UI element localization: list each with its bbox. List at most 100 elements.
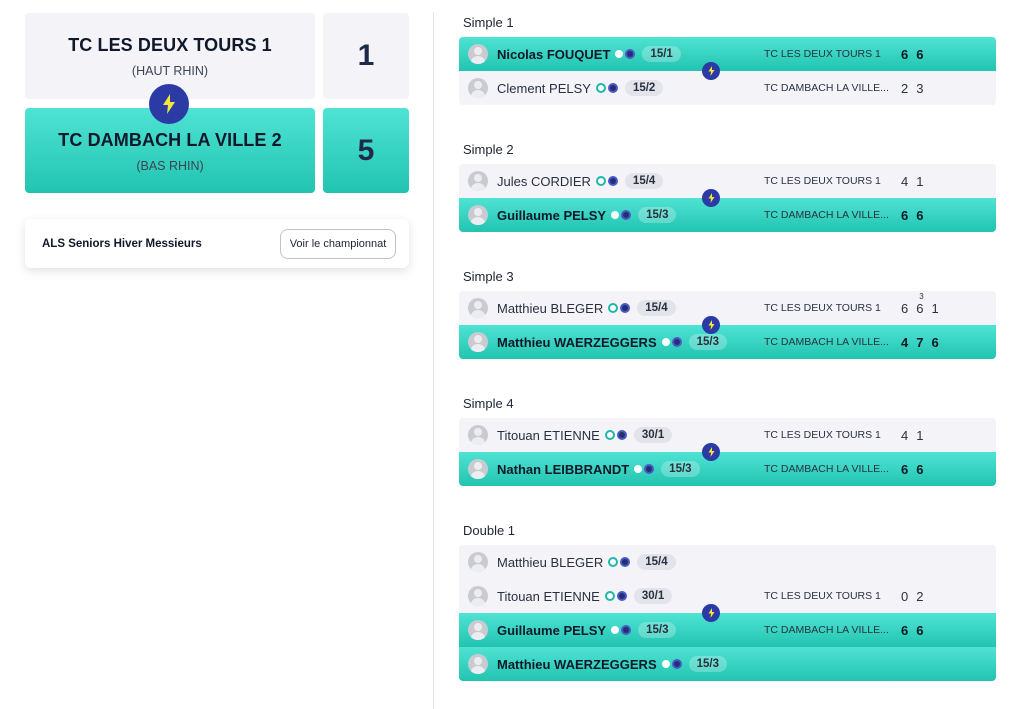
player-rank-badge: 15/4	[637, 554, 676, 570]
player-name[interactable]: Nathan LEIBBRANDT 15/3	[497, 461, 700, 477]
match-title: Double 1	[463, 523, 516, 538]
player-status-icon	[661, 659, 682, 669]
set-score: 6	[916, 623, 923, 638]
match-row[interactable]: Titouan ETIENNE 30/1 TC LES DEUX TOURS 1 41	[459, 418, 996, 452]
club-name: TC LES DEUX TOURS 1	[764, 302, 881, 314]
player-rank-badge: 15/3	[661, 461, 700, 477]
player-name[interactable]: Matthieu BLEGER 15/4	[497, 554, 676, 570]
player-name-text: Guillaume PELSY	[497, 622, 607, 638]
championship-title: ALS Seniors Hiver Messieurs	[42, 237, 202, 250]
player-status-icon	[611, 625, 632, 635]
player-name[interactable]: Matthieu BLEGER 15/4	[497, 300, 676, 316]
match-row[interactable]: Matthieu BLEGER 15/4	[459, 545, 996, 579]
match-row[interactable]: Matthieu BLEGER 15/4 TC LES DEUX TOURS 1 66…	[459, 291, 996, 325]
player-name[interactable]: Nicolas FOUQUET 15/1	[497, 46, 681, 62]
home-team-region: (HAUT RHIN)	[131, 64, 209, 78]
avatar-icon	[468, 459, 488, 479]
set-scores: 41	[901, 428, 923, 443]
set-scores: 66	[901, 462, 923, 477]
set-score: 6	[931, 335, 938, 350]
player-rank-badge: 15/3	[638, 207, 677, 223]
player-status-icon	[595, 176, 618, 186]
match-row[interactable]: Nicolas FOUQUET 15/1 TC LES DEUX TOURS 1 66	[459, 37, 996, 71]
player-status-icon	[611, 210, 632, 220]
match-row[interactable]: Clement PELSY 15/2 TC DAMBACH LA VILLE... 2…	[459, 71, 996, 105]
player-rank-badge: 30/1	[633, 588, 673, 604]
player-name[interactable]: Titouan ETIENNE 30/1	[497, 427, 673, 443]
avatar-icon	[468, 552, 488, 572]
avatar-icon	[468, 205, 488, 225]
player-name-text: Nathan LEIBBRANDT	[497, 461, 630, 477]
match-title: Simple 1	[463, 15, 514, 30]
set-scores: 66	[901, 623, 923, 638]
match-title: Simple 3	[463, 269, 514, 284]
set-score-value: 2	[916, 588, 924, 604]
player-status-icon	[604, 430, 627, 440]
set-scores: 66	[901, 208, 923, 223]
set-score-value: 6	[916, 622, 924, 638]
avatar-icon	[468, 298, 488, 318]
player-name[interactable]: Guillaume PELSY 15/3	[497, 622, 677, 638]
lightning-bolt-icon	[702, 443, 720, 461]
set-score-value: 7	[916, 334, 924, 350]
player-name[interactable]: Matthieu WAERZEGGERS 15/3	[497, 656, 728, 672]
set-scores: 41	[901, 174, 923, 189]
set-score: 4	[901, 174, 908, 189]
match-row[interactable]: Guillaume PELSY 15/3 TC DAMBACH LA VILLE..…	[459, 613, 996, 647]
set-score: 4	[901, 335, 908, 350]
set-score-value: 3	[916, 80, 924, 96]
player-name-text: Matthieu BLEGER	[497, 300, 604, 316]
match-row[interactable]: Titouan ETIENNE 30/1 TC LES DEUX TOURS 1 02	[459, 579, 996, 613]
set-score-value: 6	[901, 300, 909, 316]
match-row[interactable]: Matthieu WAERZEGGERS 15/3 TC DAMBACH LA VI…	[459, 325, 996, 359]
set-score-value: 6	[916, 300, 924, 316]
player-name-text: Titouan ETIENNE	[497, 588, 600, 604]
avatar-icon	[468, 44, 488, 64]
lightning-bolt-icon	[702, 316, 720, 334]
match-row[interactable]: Matthieu WAERZEGGERS 15/3	[459, 647, 996, 681]
set-score: 2	[916, 589, 923, 604]
player-name[interactable]: Titouan ETIENNE 30/1	[497, 588, 673, 604]
set-score: 6	[916, 208, 923, 223]
set-score: 4	[901, 428, 908, 443]
avatar-icon	[468, 332, 488, 352]
set-score-value: 0	[901, 588, 909, 604]
club-name: TC DAMBACH LA VILLE...	[764, 336, 889, 348]
player-rank-badge: 15/2	[624, 80, 664, 96]
set-scores: 476	[901, 335, 939, 350]
player-status-icon	[608, 303, 631, 313]
set-score: 1	[916, 174, 923, 189]
player-name-text: Nicolas FOUQUET	[497, 46, 611, 62]
player-name[interactable]: Clement PELSY 15/2	[497, 80, 664, 96]
match-row[interactable]: Jules CORDIER 15/4 TC LES DEUX TOURS 1 41	[459, 164, 996, 198]
player-rank-badge: 15/3	[688, 656, 728, 672]
view-championship-button[interactable]: Voir le championnat	[280, 228, 396, 259]
set-score: 6	[901, 47, 908, 62]
set-score: 2	[901, 81, 908, 96]
column-divider	[433, 12, 434, 709]
set-score-value: 6	[901, 461, 909, 477]
match-row[interactable]: Nathan LEIBBRANDT 15/3 TC DAMBACH LA VILLE…	[459, 452, 996, 486]
set-score: 6	[901, 301, 908, 316]
match-row[interactable]: Guillaume PELSY 15/3 TC DAMBACH LA VILLE..…	[459, 198, 996, 232]
home-team-score: 1	[323, 13, 409, 99]
set-score-value: 6	[901, 46, 909, 62]
tiebreak-score: 3	[919, 291, 924, 301]
club-name: TC DAMBACH LA VILLE...	[764, 82, 889, 94]
avatar-icon	[468, 425, 488, 445]
club-name: TC LES DEUX TOURS 1	[764, 48, 881, 60]
lightning-bolt-icon	[702, 189, 720, 207]
set-score: 7	[916, 335, 923, 350]
away-team-score: 5	[323, 108, 409, 193]
player-name[interactable]: Matthieu WAERZEGGERS 15/3	[497, 334, 728, 350]
club-name: TC LES DEUX TOURS 1	[764, 590, 881, 602]
set-score-value: 4	[901, 334, 909, 350]
avatar-icon	[468, 654, 488, 674]
club-name: TC LES DEUX TOURS 1	[764, 175, 881, 187]
set-score: 1	[931, 301, 938, 316]
player-name[interactable]: Guillaume PELSY 15/3	[497, 207, 677, 223]
player-name-text: Matthieu WAERZEGGERS	[497, 334, 657, 350]
player-name[interactable]: Jules CORDIER 15/4	[497, 173, 664, 189]
set-score-value: 6	[931, 334, 939, 350]
player-status-icon	[608, 557, 631, 567]
